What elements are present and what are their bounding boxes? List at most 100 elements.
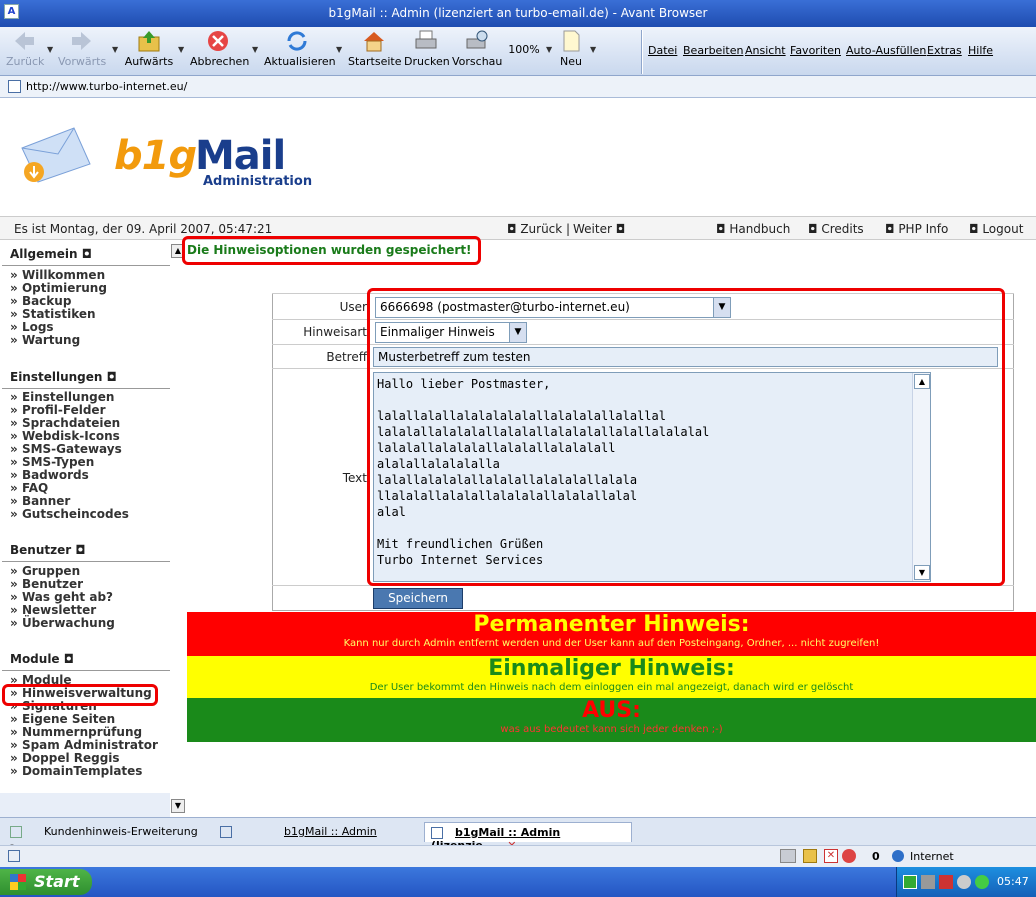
forward-button[interactable]: Vorwärts bbox=[58, 29, 106, 68]
print-preview-button[interactable]: Vorschau bbox=[452, 29, 502, 68]
home-button[interactable]: Startseite bbox=[348, 29, 402, 68]
band-einmalig-text: Der User bekommt den Hinweis nach dem ei… bbox=[369, 682, 854, 693]
start-button[interactable]: Start bbox=[0, 869, 92, 895]
page-icon bbox=[431, 827, 443, 839]
taskbar-clock: 05:47 bbox=[997, 875, 1029, 888]
sidebar-item-ueberwachung[interactable]: » Überwachung bbox=[10, 617, 115, 630]
highlight-sidebar-frame bbox=[2, 684, 158, 706]
new-dropdown-icon[interactable]: ▼ bbox=[590, 45, 596, 54]
nav-forward-label: Weiter bbox=[573, 222, 612, 236]
tray-icon-v[interactable] bbox=[903, 875, 917, 889]
band-permanent: Permanenter Hinweis: Kann nur durch Admi… bbox=[187, 612, 1036, 656]
address-bar[interactable]: http://www.turbo-internet.eu/ bbox=[0, 76, 1036, 98]
forward-arrow-icon bbox=[69, 29, 95, 53]
page-icon bbox=[10, 826, 22, 838]
item-label: SMS-Gateways bbox=[21, 442, 122, 456]
lock-icon bbox=[803, 849, 817, 863]
item-label: Sprachdateien bbox=[21, 416, 121, 430]
address-url[interactable]: http://www.turbo-internet.eu/ bbox=[26, 80, 187, 93]
item-label: FAQ bbox=[21, 481, 49, 495]
nav-back-link[interactable]: ◘ Zurück bbox=[507, 222, 562, 236]
tray-icon-wireless[interactable] bbox=[975, 875, 989, 889]
browser-statusbar: ✕ 0 Internet bbox=[0, 845, 1036, 867]
admin-status-line: Es ist Montag, der 09. April 2007, 05:47… bbox=[0, 216, 1036, 240]
up-button[interactable]: Aufwärts bbox=[124, 29, 174, 68]
new-button[interactable]: Neu bbox=[556, 29, 586, 68]
refresh-dropdown-icon[interactable]: ▼ bbox=[336, 45, 342, 54]
band-einmalig: Einmaliger Hinweis: Der User bekommt den… bbox=[187, 656, 1036, 698]
stop-label: Abbrechen bbox=[190, 55, 250, 68]
popup-blocker-icon[interactable]: ✕ bbox=[824, 849, 838, 863]
tab-b1gmail-admin[interactable]: b1gMail :: Admin bbox=[214, 822, 420, 842]
menu-bearbeiten[interactable]: Bearbeiten bbox=[683, 44, 743, 57]
item-label: Logs bbox=[21, 320, 54, 334]
tab-kundenhinweis[interactable]: Kundenhinweis-Erweiterung -... bbox=[4, 822, 208, 851]
tab-b1gmail-admin-active[interactable]: b1gMail :: Admin (lizenzie... ✕ bbox=[424, 822, 632, 852]
menu-extras[interactable]: Extras bbox=[927, 44, 962, 57]
sidebar-section-allgemein[interactable]: Allgemein ◘ bbox=[10, 247, 92, 261]
user-label: User bbox=[339, 300, 367, 314]
status-icon bbox=[842, 849, 856, 863]
band-aus-title: AUS: bbox=[582, 698, 641, 723]
text-label: Text bbox=[342, 471, 367, 485]
back-dropdown-icon[interactable]: ▼ bbox=[47, 45, 53, 54]
home-icon bbox=[361, 29, 387, 53]
up-dropdown-icon[interactable]: ▼ bbox=[178, 45, 184, 54]
menu-hilfe[interactable]: Hilfe bbox=[968, 44, 993, 57]
back-button[interactable]: Zurück bbox=[6, 29, 44, 68]
band-aus: AUS: was aus bedeutet kann sich jeder de… bbox=[187, 698, 1036, 742]
windows-taskbar bbox=[0, 867, 1036, 897]
menu-auto-ausfuellen[interactable]: Auto-Ausfüllen bbox=[846, 44, 926, 57]
sidebar-scrollbar[interactable]: ▲ ▼ bbox=[170, 241, 186, 817]
toolbar-separator bbox=[641, 30, 643, 74]
sidebar-section-module[interactable]: Module ◘ bbox=[10, 652, 74, 666]
refresh-button[interactable]: Aktualisieren bbox=[264, 29, 336, 68]
item-label: Willkommen bbox=[21, 268, 106, 282]
menu-ansicht[interactable]: Ansicht bbox=[745, 44, 786, 57]
sidebar-section-einstellungen[interactable]: Einstellungen ◘ bbox=[10, 370, 117, 384]
handbook-link[interactable]: ◘ Handbuch bbox=[716, 222, 790, 236]
nav-forward-link[interactable]: Weiter ◘ bbox=[573, 222, 625, 236]
printer-icon bbox=[413, 29, 439, 53]
band-permanent-text: Kann nur durch Admin entfernt werden und… bbox=[343, 638, 880, 649]
zoom-selector[interactable]: 100% bbox=[506, 43, 542, 56]
logout-link[interactable]: ◘ Logout bbox=[969, 222, 1023, 236]
credits-link[interactable]: ◘ Credits bbox=[808, 222, 864, 236]
handbook-label: Handbuch bbox=[729, 222, 791, 236]
zoom-dropdown-icon[interactable]: ▼ bbox=[546, 45, 552, 54]
scroll-down-arrow-icon[interactable]: ▼ bbox=[171, 799, 185, 813]
sidebar-footer bbox=[0, 793, 170, 817]
page-icon bbox=[8, 80, 21, 93]
stop-button[interactable]: Abbrechen bbox=[190, 29, 250, 68]
menu-favoriten[interactable]: Favoriten bbox=[790, 44, 841, 57]
band-einmalig-title: Einmaliger Hinweis: bbox=[488, 656, 735, 681]
item-label: Nummernprüfung bbox=[21, 725, 143, 739]
highlight-form-frame bbox=[367, 288, 1005, 586]
phpinfo-link[interactable]: ◘ PHP Info bbox=[885, 222, 948, 236]
print-button[interactable]: Drucken bbox=[404, 29, 450, 68]
tray-icon-clock[interactable] bbox=[957, 875, 971, 889]
logout-label: Logout bbox=[982, 222, 1024, 236]
page-icon bbox=[8, 850, 20, 862]
new-page-icon bbox=[558, 29, 584, 53]
zoom-value: 100% bbox=[508, 43, 540, 56]
sidebar-section-benutzer[interactable]: Benutzer ◘ bbox=[10, 543, 85, 557]
tray-icon-security[interactable] bbox=[939, 875, 953, 889]
tray-icon-network[interactable] bbox=[921, 875, 935, 889]
stop-icon bbox=[205, 29, 231, 53]
sidebar-item-domaintemplates[interactable]: » DomainTemplates bbox=[10, 765, 142, 778]
sidebar-item-wartung[interactable]: » Wartung bbox=[10, 334, 80, 347]
item-label: SMS-Typen bbox=[21, 455, 95, 469]
item-label: Doppel Reggis bbox=[21, 751, 120, 765]
forward-dropdown-icon[interactable]: ▼ bbox=[112, 45, 118, 54]
save-button[interactable]: Speichern bbox=[373, 588, 463, 609]
item-label: Einstellungen bbox=[21, 390, 115, 404]
globe-icon bbox=[892, 850, 904, 862]
item-label: Gutscheincodes bbox=[21, 507, 129, 521]
sidebar-item-gutscheincodes[interactable]: » Gutscheincodes bbox=[10, 508, 129, 521]
stop-dropdown-icon[interactable]: ▼ bbox=[252, 45, 258, 54]
browser-tabs: Kundenhinweis-Erweiterung -... b1gMail :… bbox=[0, 817, 1036, 852]
item-label: Badwords bbox=[21, 468, 89, 482]
menu-datei[interactable]: Datei bbox=[648, 44, 677, 57]
divider bbox=[2, 265, 170, 266]
